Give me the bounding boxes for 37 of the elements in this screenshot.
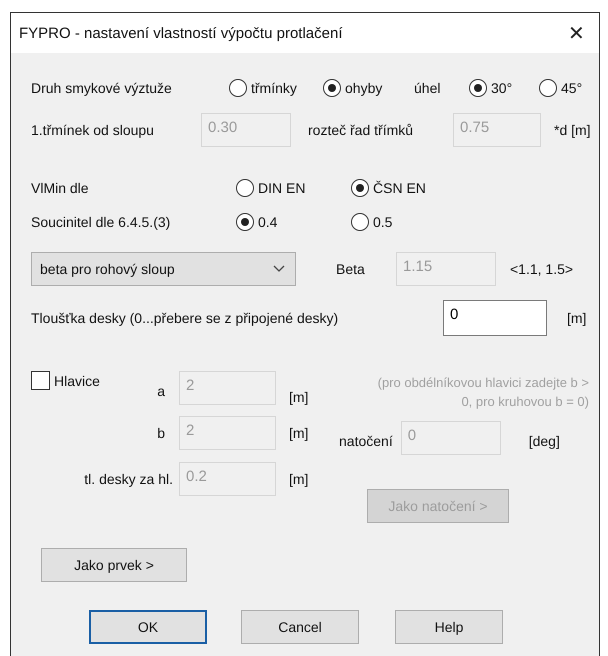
input-field[interactable]: 0 xyxy=(443,300,547,336)
field-label: rozteč řad třímků xyxy=(308,122,414,138)
field-label: natočení xyxy=(339,433,393,451)
hint-text: (pro obdélníkovou hlavici zadejte b > 0, pro kruhovou b = 0) xyxy=(376,374,589,411)
field-label: b xyxy=(157,425,166,441)
unit-label: *d [m] xyxy=(554,122,591,138)
unit-label: [m] xyxy=(289,425,308,441)
unit-label: [deg] xyxy=(528,433,560,451)
range-label: <1.1, 1.5> xyxy=(510,261,574,277)
field-label: Druh smykové výztuže xyxy=(31,80,173,96)
radio-button[interactable]: 30° xyxy=(469,79,539,97)
unit-label: [m] xyxy=(567,310,586,326)
radio-button[interactable]: 0.4 xyxy=(236,213,351,231)
dialog-button[interactable]: Cancel xyxy=(241,610,359,644)
field-label: tl. desky za hl. xyxy=(84,471,174,487)
as-element-button[interactable]: Jako prvek > xyxy=(41,548,187,582)
radio-button[interactable]: 0.5 xyxy=(351,213,392,231)
radio-button[interactable]: 45° xyxy=(539,79,582,97)
chevron-icon xyxy=(273,265,285,273)
checkbox[interactable]: Hlavice xyxy=(31,367,100,390)
field-label: a xyxy=(157,382,166,399)
field-label: Soucinitel dle 6.4.5.(3) xyxy=(31,214,172,230)
unit-label: [m] xyxy=(289,471,308,487)
unit-label: [m] xyxy=(289,389,308,407)
close-button[interactable]: ✕ xyxy=(564,20,589,46)
field-label: Beta xyxy=(336,261,366,277)
radio-button[interactable]: ČSN EN xyxy=(351,179,426,197)
dialog-button[interactable]: Help xyxy=(395,610,503,644)
field-label: Tloušťka desky (0...přebere se z připojené desky) xyxy=(31,310,340,326)
radio-button[interactable]: DIN EN xyxy=(236,179,351,197)
field-label: 1.třmínek od sloupu xyxy=(31,122,155,138)
dialog-button[interactable]: OK xyxy=(89,610,207,644)
radio-button[interactable]: ohyby xyxy=(323,79,414,97)
window-title: FYPRO - nastavení vlastností výpočtu protlačení xyxy=(19,24,342,42)
radio-button[interactable]: třmínky xyxy=(229,79,323,97)
field-label: úhel xyxy=(414,80,442,96)
field-label: VlMin dle xyxy=(31,180,90,196)
